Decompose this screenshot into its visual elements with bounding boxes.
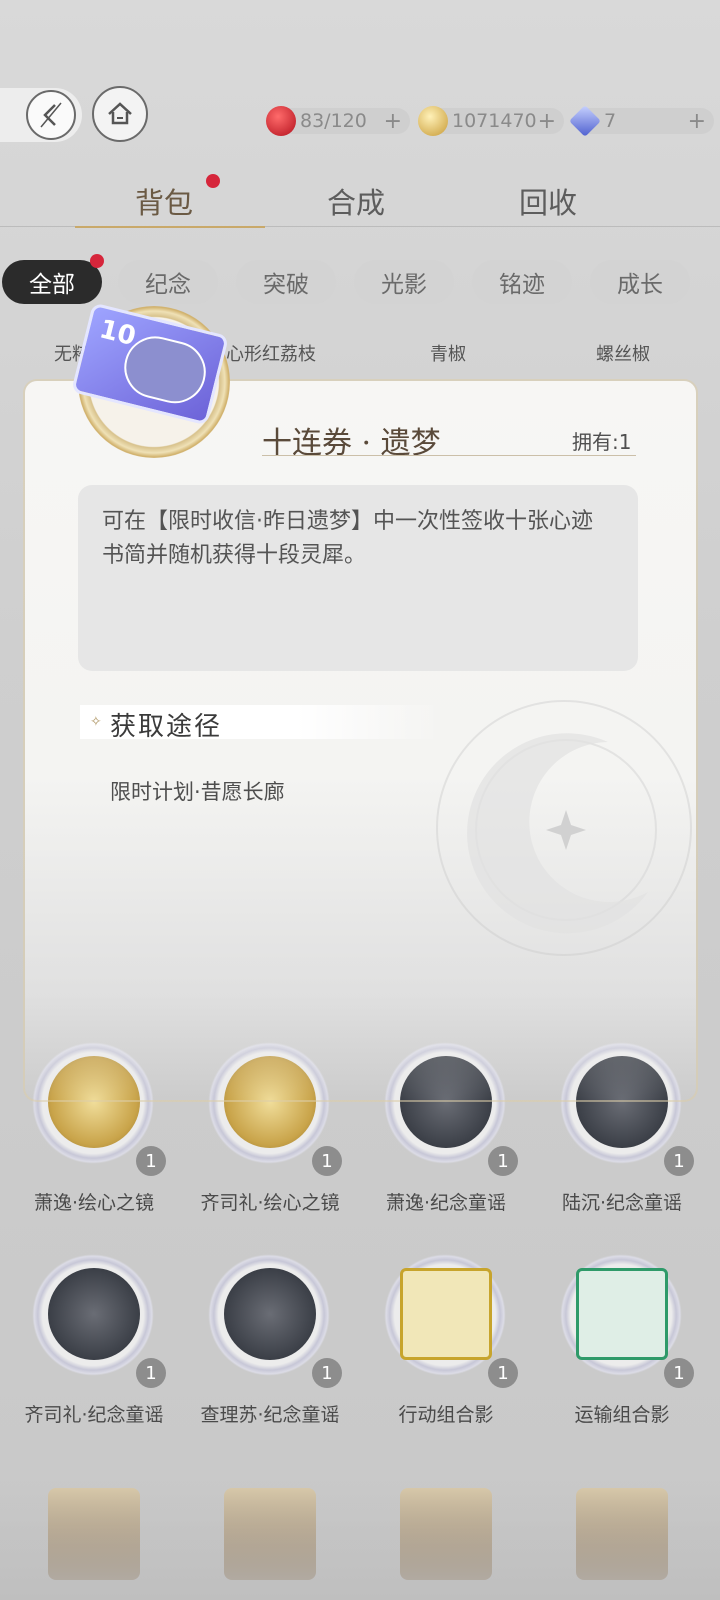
filter-chips: 全部 纪念 突破 光影 铭迹 成长 xyxy=(0,254,720,308)
item-description: 可在【限时收信·昨日遗梦】中一次性签收十张心迹书简并随机获得十段灵犀。 xyxy=(78,485,638,671)
apple-icon xyxy=(266,106,296,136)
resource-stamina[interactable]: 83/120 + xyxy=(266,106,410,136)
source-link[interactable]: 限时计划·昔愿长廊 xyxy=(110,776,285,806)
item-cell[interactable]: 1 查理苏·纪念童谣 xyxy=(194,1250,344,1450)
item-count: 1 xyxy=(488,1146,518,1176)
item-cell[interactable]: 1 行动组合影 xyxy=(370,1250,520,1450)
home-icon xyxy=(108,102,132,125)
bottom-fade xyxy=(0,1480,720,1600)
item-count: 1 xyxy=(664,1146,694,1176)
item-cell[interactable]: 1 运输组合影 xyxy=(546,1250,696,1450)
back-arrow-icon xyxy=(26,90,76,140)
item-label: 齐司礼·绘心之镜 xyxy=(200,1192,340,1214)
item-label: 运输组合影 xyxy=(574,1404,670,1426)
gold-value: 1071470 xyxy=(452,110,537,132)
item-label: 陆沉·纪念童谣 xyxy=(561,1192,683,1214)
filter-growth[interactable]: 成长 xyxy=(590,260,690,304)
add-stamina-button[interactable]: + xyxy=(384,109,402,134)
item-label: 行动组合影 xyxy=(398,1404,494,1426)
add-crystal-button[interactable]: + xyxy=(688,109,706,134)
item-count: 1 xyxy=(136,1358,166,1388)
filter-memorial[interactable]: 纪念 xyxy=(118,260,218,304)
home-button[interactable] xyxy=(92,86,148,142)
add-gold-button[interactable]: + xyxy=(538,109,556,134)
item-cell[interactable]: 1 齐司礼·纪念童谣 xyxy=(18,1250,168,1450)
item-count: 1 xyxy=(312,1146,342,1176)
music-box-icon xyxy=(48,1268,140,1360)
tab-bag[interactable]: 背包 xyxy=(135,180,193,222)
coin-icon xyxy=(418,106,448,136)
top-bar: 83/120 + 1071470 + 7 + xyxy=(0,80,720,150)
tab-recycle[interactable]: 回收 xyxy=(519,180,577,222)
peek-item-label: 螺丝椒 xyxy=(596,344,650,365)
music-box-icon xyxy=(224,1268,316,1360)
sparkle-icon: ✧ xyxy=(90,714,102,730)
item-icon: 10 xyxy=(70,302,230,458)
item-count: 1 xyxy=(312,1358,342,1388)
moon-decoration-icon xyxy=(436,700,692,956)
item-label: 萧逸·绘心之镜 xyxy=(33,1192,155,1214)
filter-light-shadow[interactable]: 光影 xyxy=(354,260,454,304)
photo-card-icon xyxy=(400,1268,492,1360)
back-button[interactable] xyxy=(0,88,82,142)
stamina-value: 83/120 xyxy=(300,110,367,132)
title-underline xyxy=(262,455,636,456)
item-count: 1 xyxy=(136,1146,166,1176)
crystal-value: 7 xyxy=(604,110,617,132)
filter-all[interactable]: 全部 xyxy=(2,260,102,304)
item-label: 齐司礼·纪念童谣 xyxy=(24,1404,164,1426)
item-label: 查理苏·纪念童谣 xyxy=(200,1404,340,1426)
item-label: 萧逸·纪念童谣 xyxy=(385,1192,507,1214)
resource-gold[interactable]: 1071470 + xyxy=(418,106,564,136)
tab-synthesis[interactable]: 合成 xyxy=(327,180,385,222)
photo-card-icon xyxy=(576,1268,668,1360)
item-count: 1 xyxy=(488,1358,518,1388)
resource-crystal[interactable]: 7 + xyxy=(569,105,714,137)
item-count: 1 xyxy=(664,1358,694,1388)
filter-all-notification-dot xyxy=(90,254,104,268)
bag-notification-dot xyxy=(206,174,220,188)
tab-bag-underline xyxy=(75,226,265,228)
source-heading: 获取途径 xyxy=(110,712,223,742)
filter-breakthrough[interactable]: 突破 xyxy=(236,260,336,304)
peek-item-label: 心形红荔枝 xyxy=(226,344,316,365)
peek-item-label: 青椒 xyxy=(430,344,466,365)
crystal-icon xyxy=(569,105,601,137)
filter-inscription[interactable]: 铭迹 xyxy=(472,260,572,304)
main-tabs: 背包 合成 回收 xyxy=(0,170,720,230)
owned-count: 拥有:1 xyxy=(572,430,632,454)
